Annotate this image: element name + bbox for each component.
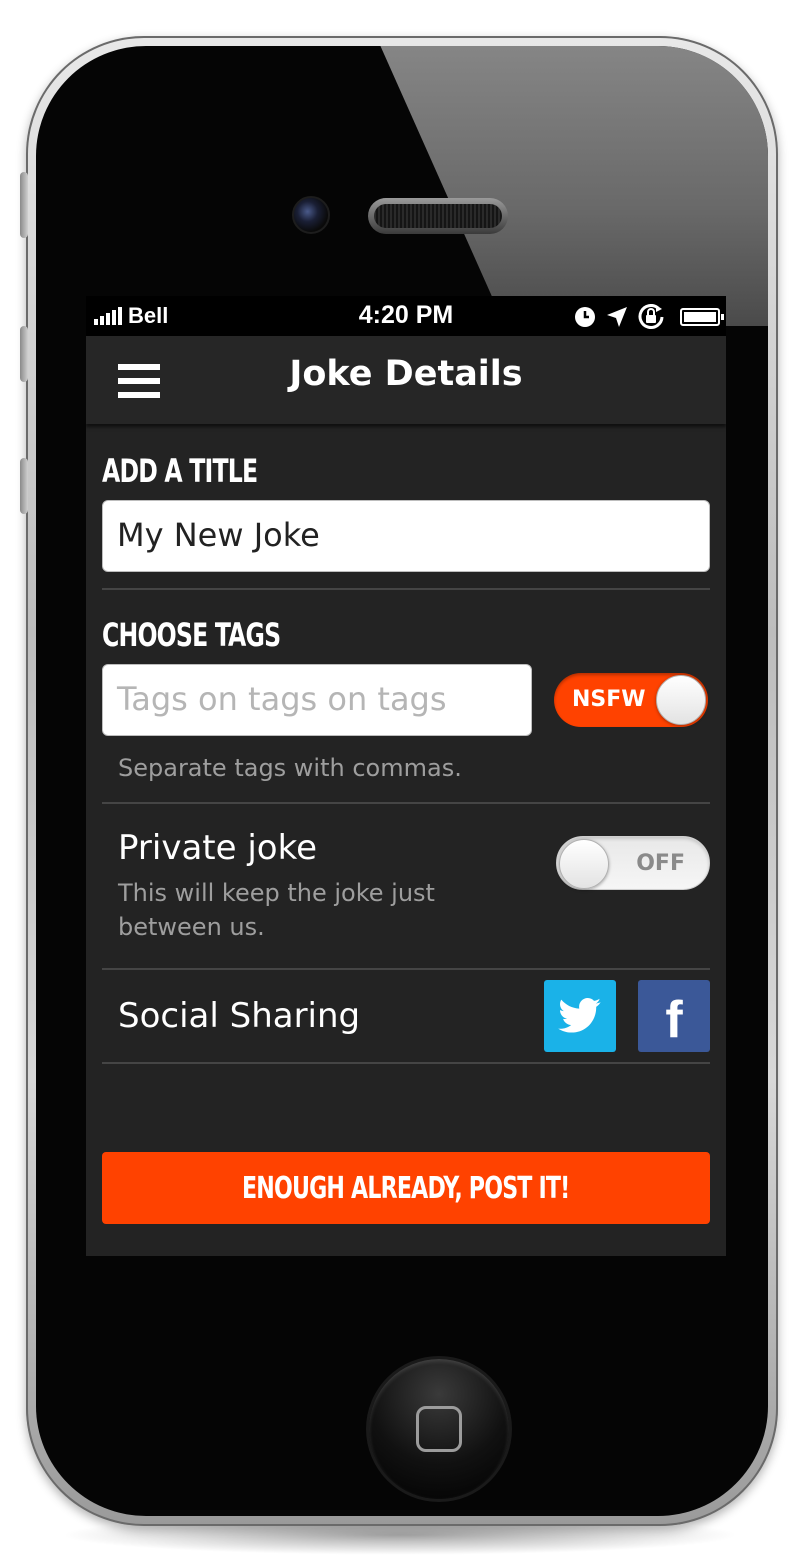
private-joke-description: This will keep the joke just between us. xyxy=(118,879,435,941)
twitter-bird-icon xyxy=(558,998,601,1033)
tags-input[interactable]: Tags on tags on tags xyxy=(102,664,532,736)
private-text: Private joke This will keep the joke jus… xyxy=(102,828,478,944)
location-arrow-icon xyxy=(607,307,627,327)
nav-bar: Joke Details xyxy=(86,336,726,424)
title-section: ADD A TITLE My New Joke xyxy=(102,424,710,590)
front-camera xyxy=(292,196,330,234)
choose-tags-heading: CHOOSE TAGS xyxy=(102,616,281,654)
battery-icon xyxy=(680,308,724,326)
tags-section: CHOOSE TAGS Tags on tags on tags NSFW Se… xyxy=(102,590,710,804)
status-right xyxy=(574,304,724,330)
add-title-heading: ADD A TITLE xyxy=(102,452,258,490)
tags-hint: Separate tags with commas. xyxy=(118,754,462,782)
private-joke-toggle[interactable]: OFF xyxy=(556,836,710,890)
earpiece-speaker xyxy=(368,198,508,234)
home-button[interactable] xyxy=(369,1359,509,1499)
page-title: Joke Details xyxy=(289,354,523,394)
nsfw-toggle-label: NSFW xyxy=(572,687,646,712)
toggle-knob xyxy=(559,839,609,889)
status-bar: Bell 4:20 PM xyxy=(86,296,726,336)
volume-down-button[interactable] xyxy=(20,458,28,514)
toggle-knob xyxy=(656,675,706,725)
mute-switch[interactable] xyxy=(20,172,28,238)
private-toggle-wrap: OFF xyxy=(534,828,710,890)
social-sharing-section: Social Sharing f xyxy=(102,970,710,1064)
tags-row: Tags on tags on tags NSFW xyxy=(102,664,710,736)
nsfw-toggle[interactable]: NSFW xyxy=(554,673,708,727)
title-input[interactable]: My New Joke xyxy=(102,500,710,572)
volume-up-button[interactable] xyxy=(20,326,28,382)
phone-glare xyxy=(376,46,768,326)
private-section: Private joke This will keep the joke jus… xyxy=(102,804,710,970)
form-content: ADD A TITLE My New Joke CHOOSE TAGS Tags… xyxy=(86,424,726,1064)
facebook-share-button[interactable]: f xyxy=(638,980,710,1052)
app-screen: Bell 4:20 PM Joke Details ADD A TITLE My… xyxy=(86,296,726,1256)
post-button[interactable]: ENOUGH ALREADY, POST IT! xyxy=(102,1152,710,1224)
home-square-icon xyxy=(416,1406,462,1452)
twitter-share-button[interactable] xyxy=(544,980,616,1052)
clock-icon xyxy=(575,307,595,327)
social-sharing-label: Social Sharing xyxy=(118,996,361,1036)
social-buttons: f xyxy=(544,980,710,1052)
post-button-label: ENOUGH ALREADY, POST IT! xyxy=(242,1170,570,1206)
rotation-lock-icon xyxy=(638,304,664,329)
facebook-f-icon: f xyxy=(665,991,683,1049)
private-toggle-label: OFF xyxy=(636,851,685,876)
private-joke-label: Private joke xyxy=(118,828,317,868)
